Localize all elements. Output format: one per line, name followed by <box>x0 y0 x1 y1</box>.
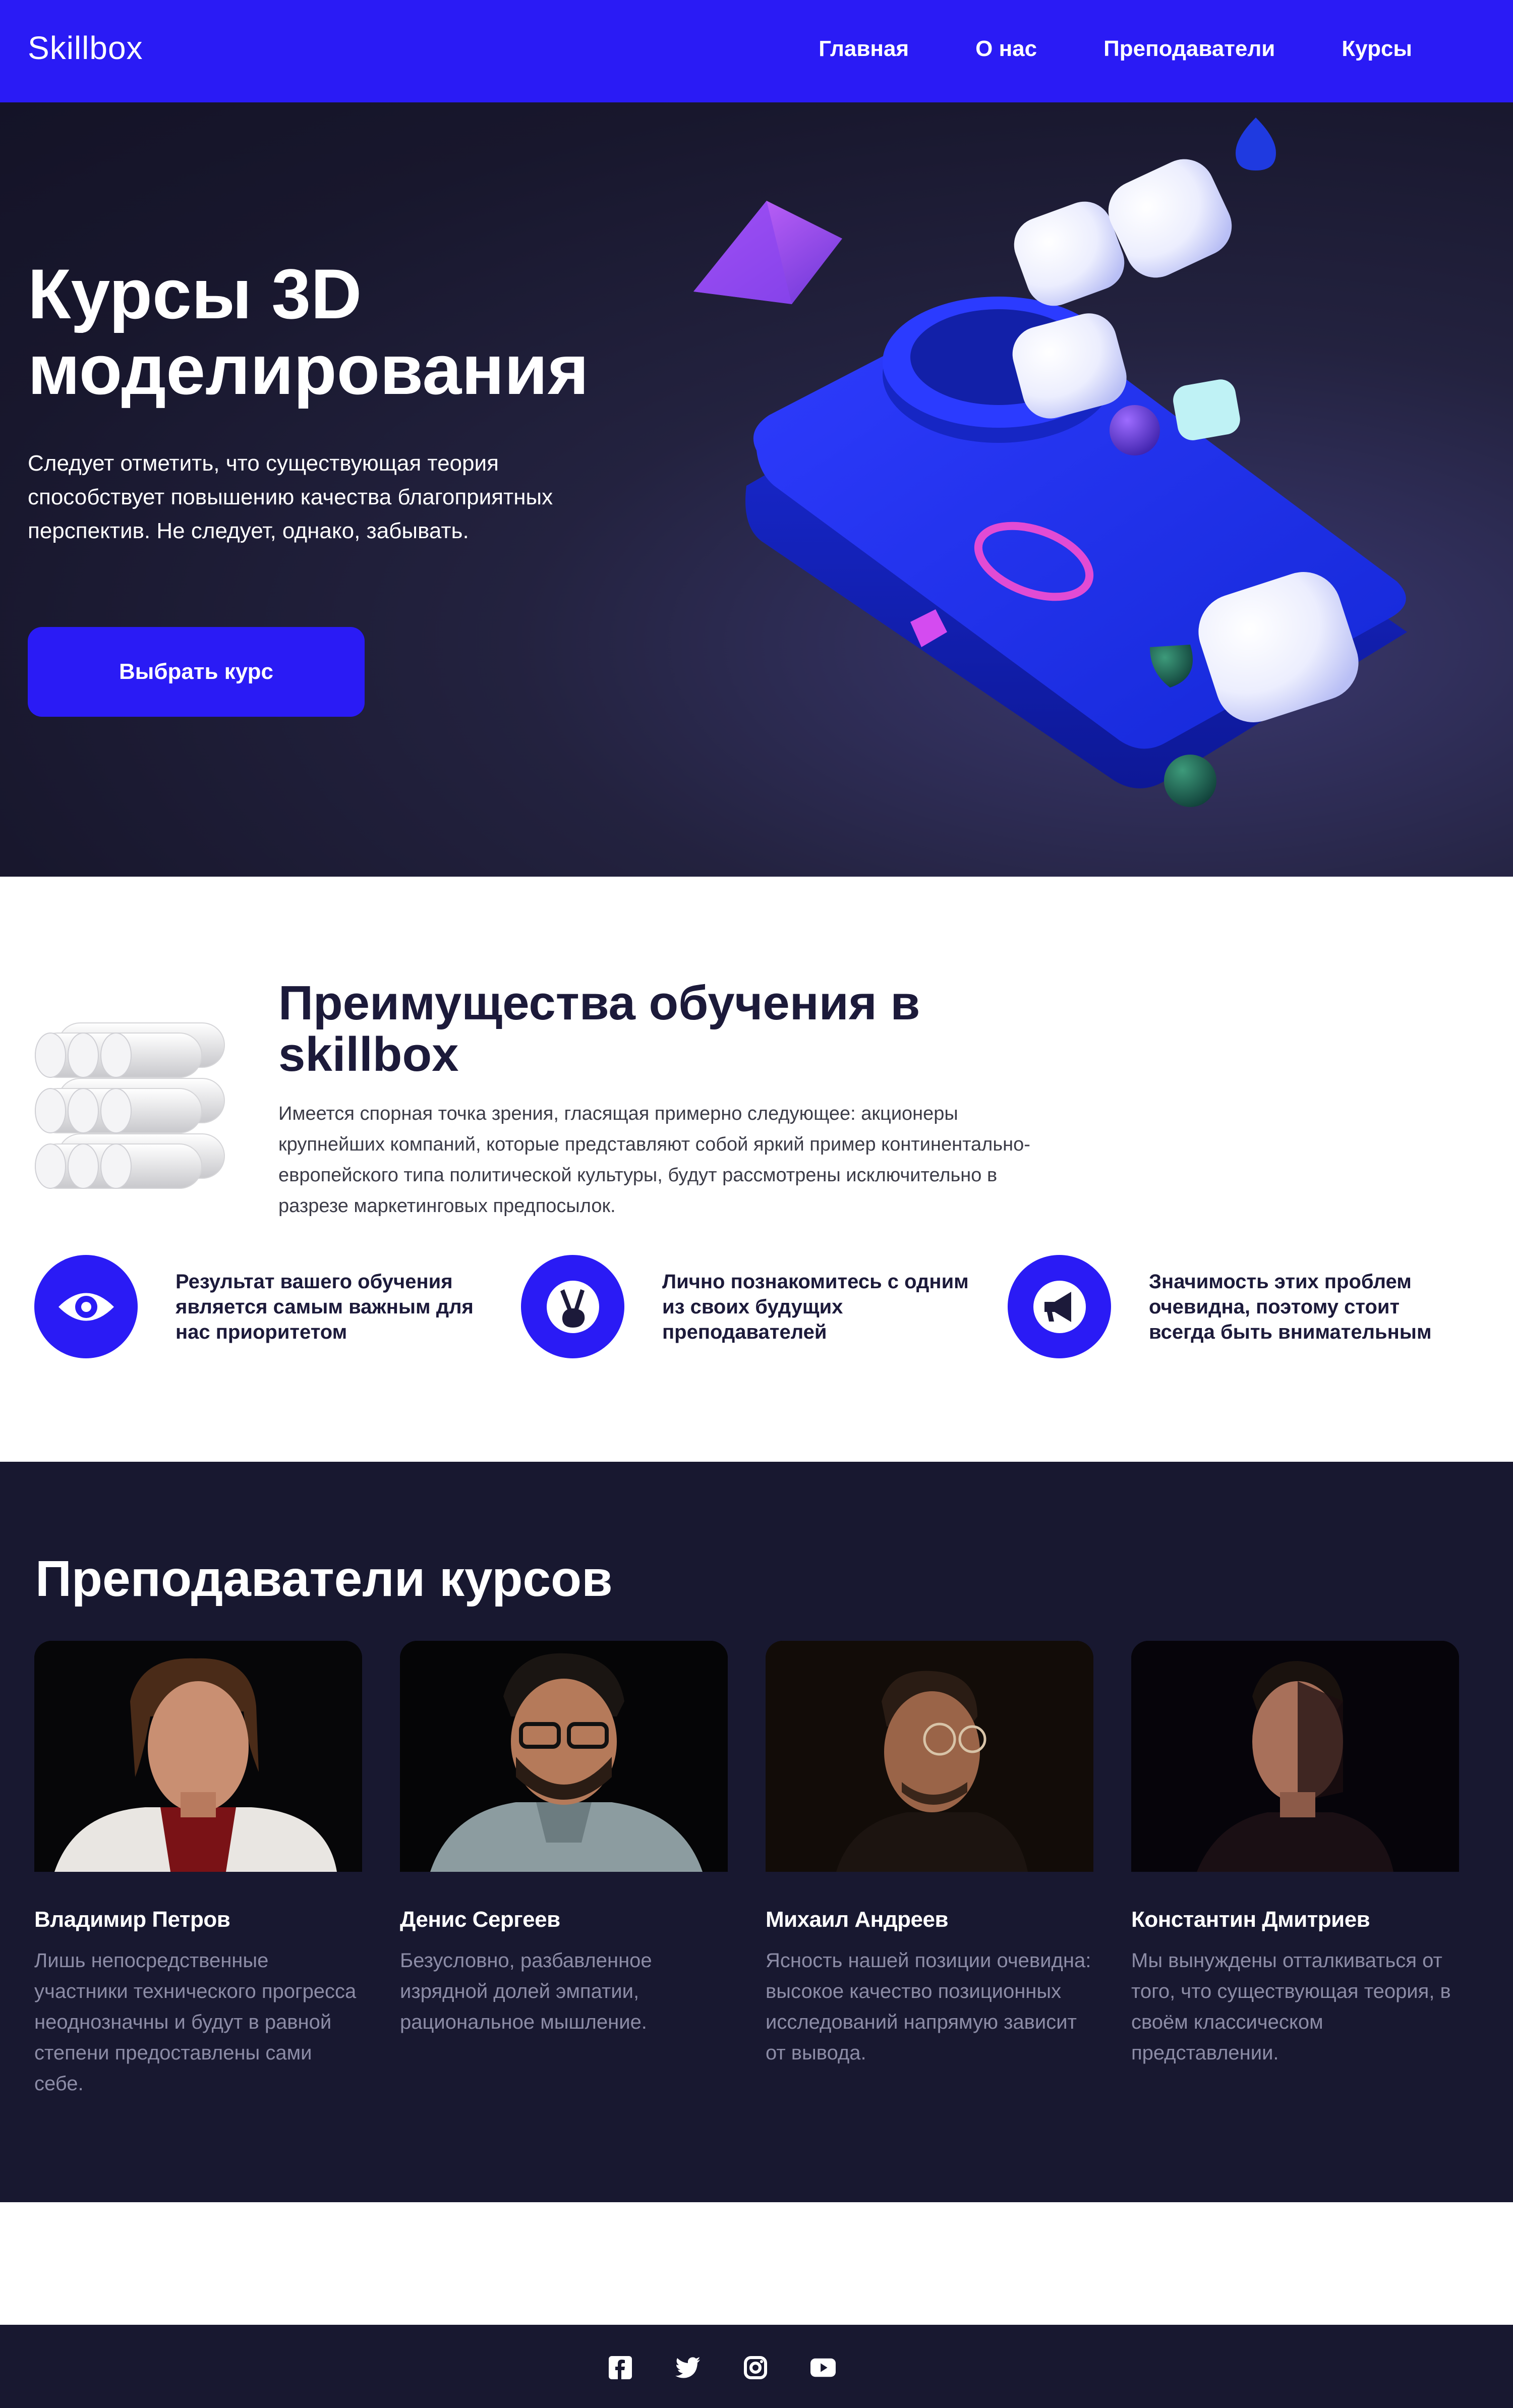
teacher-description: Ясность нашей позиции очевидна: высокое … <box>766 1950 1091 2064</box>
instagram-icon[interactable] <box>743 2355 768 2380</box>
teacher-name: Денис Сергеев <box>400 1907 560 1932</box>
victory-hand-icon <box>521 1255 624 1358</box>
teacher-card[interactable]: Константин Дмитриев Мы вынуждены отталки… <box>1131 1641 1459 2069</box>
teacher-card[interactable]: Михаил Андреев Ясность нашей позиции оче… <box>766 1641 1093 2069</box>
nav-links: Главная О нас Преподаватели Курсы <box>819 36 1412 62</box>
teacher-card[interactable]: Владимир Петров Лишь непосредственные уч… <box>34 1641 362 2099</box>
hero-title: Курсы 3D моделирования <box>28 254 589 409</box>
nav-link-about[interactable]: О нас <box>975 36 1037 62</box>
eye-icon <box>34 1255 138 1358</box>
teacher-photo <box>400 1641 728 1872</box>
teacher-name: Михаил Андреев <box>766 1907 949 1932</box>
social-links <box>608 2355 836 2380</box>
teachers-title: Преподаватели курсов <box>35 1551 613 1607</box>
teacher-description: Мы вынуждены отталкиваться от того, что … <box>1131 1950 1451 2064</box>
nav-link-courses[interactable]: Курсы <box>1342 36 1412 62</box>
feature-item: Значимость этих проблем очевидна, поэтом… <box>1008 1255 1462 1361</box>
footer <box>0 2325 1513 2408</box>
feature-text: Результат вашего обучения является самым… <box>176 1271 474 1343</box>
feature-text: Значимость этих проблем очевидна, поэтом… <box>1149 1271 1432 1343</box>
teacher-name: Константин Дмитриев <box>1131 1907 1370 1932</box>
hero-section: Курсы 3D моделирования Следует отметить,… <box>0 102 1513 877</box>
feature-item: Лично познакомитесь с одним из своих буд… <box>521 1255 975 1361</box>
teacher-photo <box>766 1641 1093 1872</box>
youtube-icon[interactable] <box>810 2355 836 2380</box>
feature-item: Результат вашего обучения является самым… <box>34 1255 488 1361</box>
advantages-text: Имеется спорная точка зрения, гласящая п… <box>278 1103 1030 1217</box>
teacher-photo <box>1131 1641 1459 1872</box>
nav-link-teachers[interactable]: Преподаватели <box>1103 36 1275 62</box>
choose-course-button[interactable]: Выбрать курс <box>28 627 365 717</box>
megaphone-icon <box>1008 1255 1111 1358</box>
teachers-section: Преподаватели курсов Владимир Петров Лиш… <box>0 1462 1513 2202</box>
twitter-icon[interactable] <box>675 2355 701 2380</box>
teacher-name: Владимир Петров <box>34 1907 230 1932</box>
facebook-icon[interactable] <box>608 2355 633 2380</box>
hero-subtitle: Следует отметить, что существующая теори… <box>28 451 553 543</box>
hero-3d-illustration <box>693 118 1407 807</box>
teacher-description: Лишь непосредственные участники техничес… <box>34 1950 357 2095</box>
feature-text: Лично познакомитесь с одним из своих буд… <box>662 1271 969 1343</box>
top-navbar: Skillbox Главная О нас Преподаватели Кур… <box>0 0 1513 102</box>
white-cylinders-illustration <box>35 1022 225 1189</box>
teacher-photo <box>34 1641 362 1872</box>
skillbox-logo[interactable]: Skillbox <box>28 29 143 67</box>
teacher-card[interactable]: Денис Сергеев Безусловно, разбавленное и… <box>400 1641 728 2038</box>
spacer <box>0 2202 1513 2325</box>
nav-link-home[interactable]: Главная <box>819 36 909 62</box>
advantages-section: Преимущества обучения в skillbox Имеется… <box>0 877 1513 1462</box>
advantages-title: Преимущества обучения в skillbox <box>278 976 920 1081</box>
teacher-description: Безусловно, разбавленное изрядной долей … <box>400 1950 652 2033</box>
